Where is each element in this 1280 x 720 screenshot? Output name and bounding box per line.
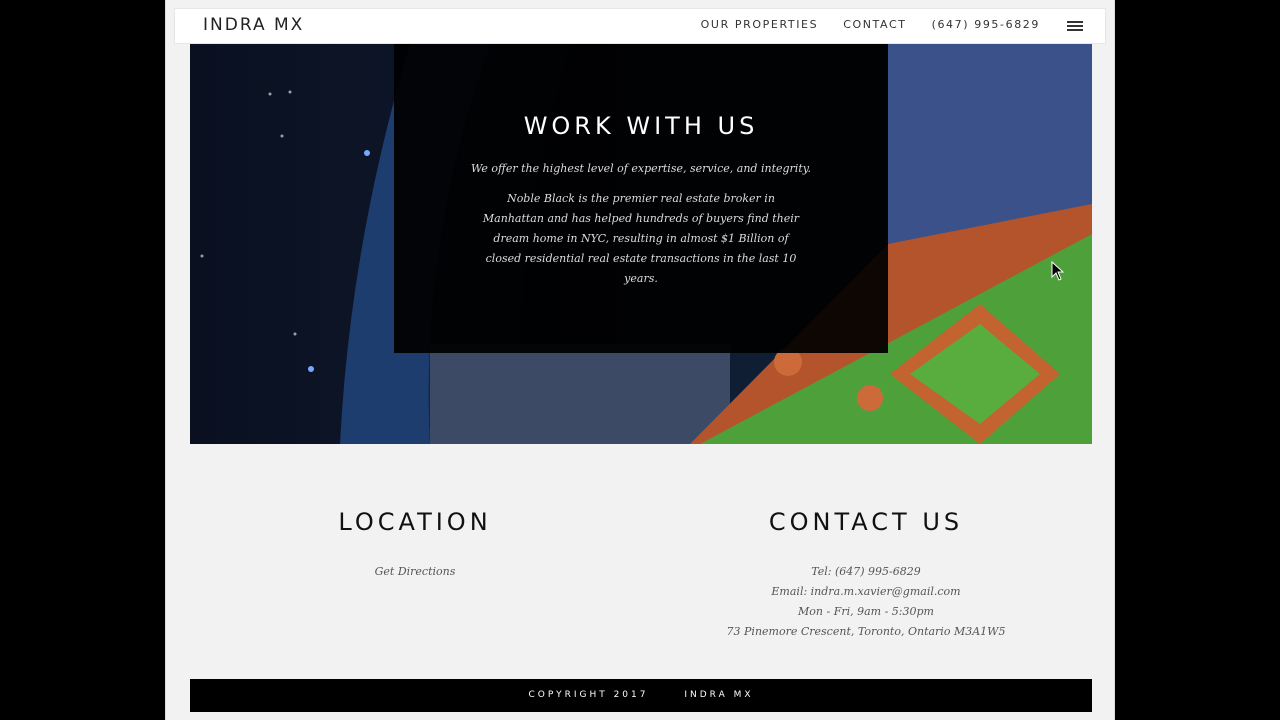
nav-contact[interactable]: CONTACT bbox=[843, 18, 906, 31]
contact-hours: Mon - Fri, 9am - 5:30pm bbox=[798, 605, 934, 618]
contact-title: CONTACT US bbox=[768, 508, 964, 536]
hero-section: WORK WITH US We offer the highest level … bbox=[190, 44, 1092, 444]
page-container: INDRA MX OUR PROPERTIES CONTACT (647) 99… bbox=[165, 0, 1115, 720]
nav-our-properties[interactable]: OUR PROPERTIES bbox=[701, 18, 819, 31]
site-logo[interactable]: INDRA MX bbox=[203, 15, 304, 35]
hero-text-box: WORK WITH US We offer the highest level … bbox=[394, 44, 888, 353]
site-footer: COPYRIGHT 2017 INDRA MX bbox=[190, 679, 1092, 712]
nav-phone[interactable]: (647) 995-6829 bbox=[932, 18, 1040, 31]
get-directions-link[interactable]: Get Directions bbox=[215, 562, 615, 582]
contact-phone[interactable]: Tel: (647) 995-6829 bbox=[666, 562, 1066, 582]
hamburger-icon[interactable] bbox=[1067, 21, 1083, 33]
hero-title: WORK WITH US bbox=[523, 112, 759, 140]
hero-body: Noble Black is the premier real estate b… bbox=[482, 192, 800, 285]
mouse-cursor-icon bbox=[1051, 261, 1065, 281]
hero-subtitle: We offer the highest level of expertise,… bbox=[471, 162, 811, 175]
site-header: INDRA MX OUR PROPERTIES CONTACT (647) 99… bbox=[174, 8, 1106, 44]
contact-email[interactable]: Email: indra.m.xavier@gmail.com bbox=[666, 582, 1066, 602]
footer-brand: INDRA MX bbox=[684, 690, 754, 700]
location-section: LOCATION Get Directions bbox=[215, 508, 615, 582]
location-title: LOCATION bbox=[338, 508, 492, 536]
main-nav: OUR PROPERTIES CONTACT (647) 995-6829 bbox=[701, 18, 1040, 31]
contact-address: 73 Pinemore Crescent, Toronto, Ontario M… bbox=[726, 625, 1006, 638]
footer-copyright: COPYRIGHT 2017 bbox=[528, 690, 649, 700]
contact-section: CONTACT US Tel: (647) 995-6829 Email: in… bbox=[666, 508, 1066, 642]
